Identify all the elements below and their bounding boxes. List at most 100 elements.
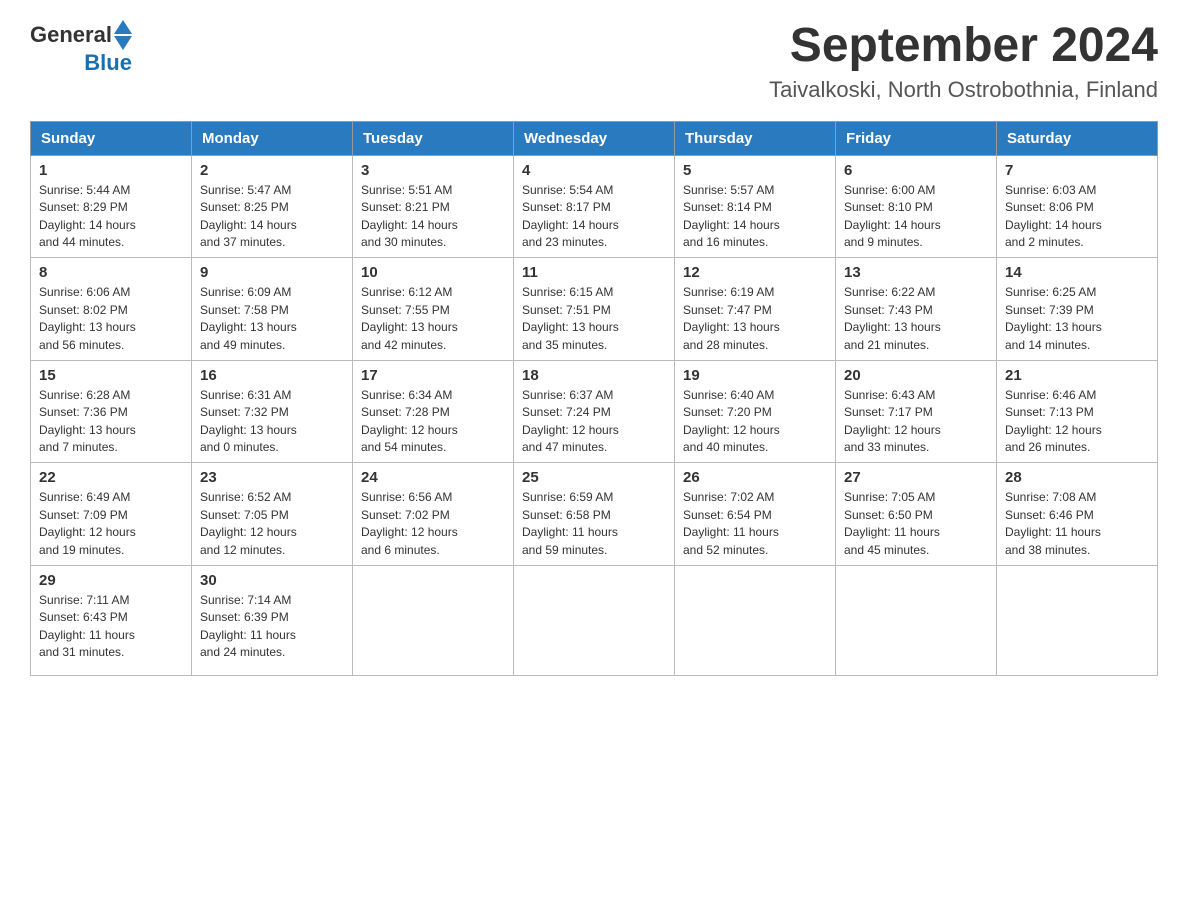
calendar-cell: 20 Sunrise: 6:43 AMSunset: 7:17 PMDayligh… [836, 360, 997, 463]
calendar-cell: 27Sunrise: 7:05 AMSunset: 6:50 PMDayligh… [836, 463, 997, 566]
day-info: Sunrise: 7:11 AMSunset: 6:43 PMDaylight:… [39, 592, 183, 662]
calendar-week-5: 29 Sunrise: 7:11 AMSunset: 6:43 PMDayligh… [31, 566, 1158, 676]
calendar-cell: 7Sunrise: 6:03 AMSunset: 8:06 PMDaylight… [997, 155, 1158, 258]
calendar-cell: 30 Sunrise: 7:14 AMSunset: 6:39 PMDayligh… [192, 566, 353, 676]
calendar-cell: 17Sunrise: 6:34 AMSunset: 7:28 PMDayligh… [353, 360, 514, 463]
day-info: Sunrise: 5:47 AMSunset: 8:25 PMDaylight:… [200, 182, 344, 252]
day-number: 6 [844, 162, 988, 179]
calendar-cell: 4 Sunrise: 5:54 AMSunset: 8:17 PMDaylight… [514, 155, 675, 258]
day-info: Sunrise: 6:52 AMSunset: 7:05 PMDaylight:… [200, 489, 344, 559]
calendar-cell: 26 Sunrise: 7:02 AMSunset: 6:54 PMDayligh… [675, 463, 836, 566]
calendar-cell: 12 Sunrise: 6:19 AMSunset: 7:47 PMDayligh… [675, 258, 836, 361]
calendar-cell: 23 Sunrise: 6:52 AMSunset: 7:05 PMDayligh… [192, 463, 353, 566]
logo-icon: General Blue [30, 20, 132, 76]
day-info: Sunrise: 6:28 AMSunset: 7:36 PMDaylight:… [39, 387, 183, 457]
calendar-week-2: 8 Sunrise: 6:06 AMSunset: 8:02 PMDaylight… [31, 258, 1158, 361]
day-number: 25 [522, 469, 666, 486]
calendar-cell: 5Sunrise: 5:57 AMSunset: 8:14 PMDaylight… [675, 155, 836, 258]
day-number: 30 [200, 572, 344, 589]
logo-triangle-up [114, 20, 132, 34]
logo-text-general: General [30, 22, 112, 48]
calendar-cell: 29 Sunrise: 7:11 AMSunset: 6:43 PMDayligh… [31, 566, 192, 676]
day-number: 8 [39, 264, 183, 281]
calendar-cell: 19 Sunrise: 6:40 AMSunset: 7:20 PMDayligh… [675, 360, 836, 463]
calendar-cell: 18 Sunrise: 6:37 AMSunset: 7:24 PMDayligh… [514, 360, 675, 463]
day-info: Sunrise: 6:09 AMSunset: 7:58 PMDaylight:… [200, 284, 344, 354]
calendar-cell: 8 Sunrise: 6:06 AMSunset: 8:02 PMDaylight… [31, 258, 192, 361]
day-info: Sunrise: 6:40 AMSunset: 7:20 PMDaylight:… [683, 387, 827, 457]
calendar-cell [675, 566, 836, 676]
day-number: 11 [522, 264, 666, 281]
logo-text-blue: Blue [84, 50, 132, 75]
calendar-week-4: 22 Sunrise: 6:49 AMSunset: 7:09 PMDayligh… [31, 463, 1158, 566]
calendar-week-3: 15Sunrise: 6:28 AMSunset: 7:36 PMDayligh… [31, 360, 1158, 463]
calendar-cell [514, 566, 675, 676]
day-info: Sunrise: 7:02 AMSunset: 6:54 PMDaylight:… [683, 489, 827, 559]
col-header-thursday: Thursday [675, 121, 836, 155]
day-info: Sunrise: 5:54 AMSunset: 8:17 PMDaylight:… [522, 182, 666, 252]
calendar-cell: 16Sunrise: 6:31 AMSunset: 7:32 PMDayligh… [192, 360, 353, 463]
calendar-subtitle: Taivalkoski, North Ostrobothnia, Finland [769, 77, 1158, 103]
day-info: Sunrise: 6:15 AMSunset: 7:51 PMDaylight:… [522, 284, 666, 354]
calendar-header-row: SundayMondayTuesdayWednesdayThursdayFrid… [31, 121, 1158, 155]
calendar-cell: 24 Sunrise: 6:56 AMSunset: 7:02 PMDayligh… [353, 463, 514, 566]
calendar-cell: 9 Sunrise: 6:09 AMSunset: 7:58 PMDaylight… [192, 258, 353, 361]
calendar-cell: 21 Sunrise: 6:46 AMSunset: 7:13 PMDayligh… [997, 360, 1158, 463]
day-info: Sunrise: 6:19 AMSunset: 7:47 PMDaylight:… [683, 284, 827, 354]
day-info: Sunrise: 6:12 AMSunset: 7:55 PMDaylight:… [361, 284, 505, 354]
calendar-cell: 6 Sunrise: 6:00 AMSunset: 8:10 PMDaylight… [836, 155, 997, 258]
day-info: Sunrise: 6:03 AMSunset: 8:06 PMDaylight:… [1005, 182, 1149, 252]
day-number: 28 [1005, 469, 1149, 486]
day-number: 23 [200, 469, 344, 486]
calendar-cell: 11 Sunrise: 6:15 AMSunset: 7:51 PMDayligh… [514, 258, 675, 361]
calendar-cell: 28 Sunrise: 7:08 AMSunset: 6:46 PMDayligh… [997, 463, 1158, 566]
day-info: Sunrise: 6:37 AMSunset: 7:24 PMDaylight:… [522, 387, 666, 457]
day-info: Sunrise: 6:43 AMSunset: 7:17 PMDaylight:… [844, 387, 988, 457]
calendar-cell [353, 566, 514, 676]
day-number: 12 [683, 264, 827, 281]
day-number: 29 [39, 572, 183, 589]
day-number: 17 [361, 367, 505, 384]
logo-triangle-down [114, 36, 132, 50]
calendar-cell [836, 566, 997, 676]
day-number: 9 [200, 264, 344, 281]
calendar-table: SundayMondayTuesdayWednesdayThursdayFrid… [30, 121, 1158, 676]
day-number: 1 [39, 162, 183, 179]
day-info: Sunrise: 6:46 AMSunset: 7:13 PMDaylight:… [1005, 387, 1149, 457]
day-info: Sunrise: 6:00 AMSunset: 8:10 PMDaylight:… [844, 182, 988, 252]
day-number: 22 [39, 469, 183, 486]
day-info: Sunrise: 6:06 AMSunset: 8:02 PMDaylight:… [39, 284, 183, 354]
day-info: Sunrise: 5:51 AMSunset: 8:21 PMDaylight:… [361, 182, 505, 252]
calendar-cell: 3 Sunrise: 5:51 AMSunset: 8:21 PMDaylight… [353, 155, 514, 258]
day-number: 26 [683, 469, 827, 486]
day-number: 27 [844, 469, 988, 486]
calendar-cell: 2 Sunrise: 5:47 AMSunset: 8:25 PMDaylight… [192, 155, 353, 258]
calendar-cell [997, 566, 1158, 676]
day-number: 3 [361, 162, 505, 179]
day-info: Sunrise: 5:57 AMSunset: 8:14 PMDaylight:… [683, 182, 827, 252]
day-number: 10 [361, 264, 505, 281]
day-number: 4 [522, 162, 666, 179]
day-info: Sunrise: 6:59 AMSunset: 6:58 PMDaylight:… [522, 489, 666, 559]
day-info: Sunrise: 6:25 AMSunset: 7:39 PMDaylight:… [1005, 284, 1149, 354]
day-number: 18 [522, 367, 666, 384]
calendar-cell: 25 Sunrise: 6:59 AMSunset: 6:58 PMDayligh… [514, 463, 675, 566]
day-info: Sunrise: 7:14 AMSunset: 6:39 PMDaylight:… [200, 592, 344, 662]
day-number: 19 [683, 367, 827, 384]
day-info: Sunrise: 6:49 AMSunset: 7:09 PMDaylight:… [39, 489, 183, 559]
day-info: Sunrise: 6:22 AMSunset: 7:43 PMDaylight:… [844, 284, 988, 354]
day-number: 21 [1005, 367, 1149, 384]
calendar-title: September 2024 [769, 20, 1158, 73]
col-header-tuesday: Tuesday [353, 121, 514, 155]
col-header-friday: Friday [836, 121, 997, 155]
day-info: Sunrise: 7:08 AMSunset: 6:46 PMDaylight:… [1005, 489, 1149, 559]
calendar-cell: 10 Sunrise: 6:12 AMSunset: 7:55 PMDayligh… [353, 258, 514, 361]
day-number: 24 [361, 469, 505, 486]
col-header-wednesday: Wednesday [514, 121, 675, 155]
day-number: 2 [200, 162, 344, 179]
col-header-saturday: Saturday [997, 121, 1158, 155]
day-number: 20 [844, 367, 988, 384]
day-info: Sunrise: 6:56 AMSunset: 7:02 PMDaylight:… [361, 489, 505, 559]
day-info: Sunrise: 5:44 AMSunset: 8:29 PMDaylight:… [39, 182, 183, 252]
logo: General Blue [30, 20, 132, 76]
